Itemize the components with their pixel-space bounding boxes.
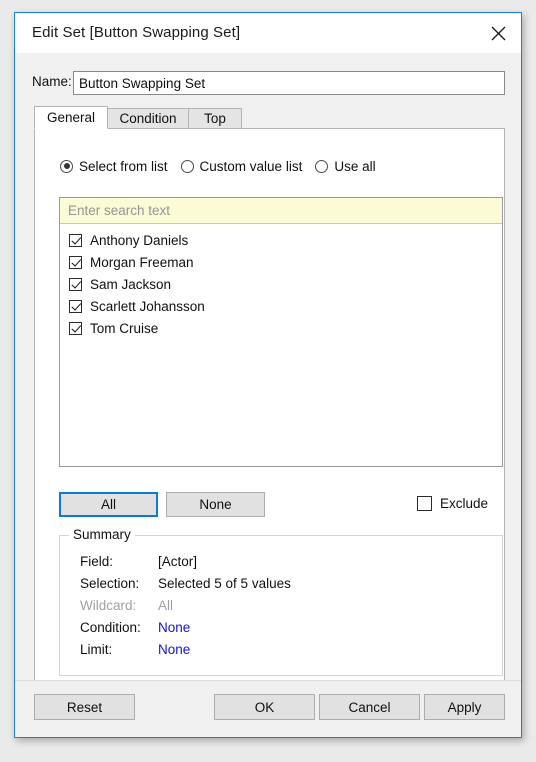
apply-button[interactable]: Apply — [424, 694, 505, 720]
radio-label-select-from-list: Select from list — [79, 158, 168, 174]
checkbox-icon[interactable] — [69, 255, 82, 269]
close-icon — [491, 26, 506, 41]
radio-custom-value-list[interactable]: Custom value list — [180, 158, 303, 174]
checkbox-icon[interactable] — [69, 277, 82, 291]
summary-row-wildcard: Wildcard: All — [80, 598, 492, 620]
tab-condition[interactable]: Condition — [107, 108, 189, 129]
list-item-label: Anthony Daniels — [90, 232, 189, 248]
list-item[interactable]: Tom Cruise — [60, 317, 502, 339]
search-input[interactable] — [60, 198, 502, 224]
summary-row-selection: Selection: Selected 5 of 5 values — [80, 576, 492, 598]
list-item[interactable]: Anthony Daniels — [60, 229, 502, 251]
radio-indicator-use-all — [315, 159, 329, 173]
summary-group: Summary Field: [Actor] Selection: Select… — [59, 527, 503, 676]
edit-set-dialog: Edit Set [Button Swapping Set] Name: Gen… — [14, 12, 522, 738]
summary-value-limit[interactable]: None — [158, 642, 190, 657]
reset-button[interactable]: Reset — [34, 694, 135, 720]
checkbox-icon[interactable] — [69, 299, 82, 313]
summary-key-condition: Condition: — [80, 620, 141, 635]
cancel-button[interactable]: Cancel — [319, 694, 420, 720]
summary-value-condition[interactable]: None — [158, 620, 190, 635]
summary-legend: Summary — [69, 527, 135, 542]
radio-label-custom-value-list: Custom value list — [199, 158, 303, 174]
list-item[interactable]: Morgan Freeman — [60, 251, 502, 273]
ok-button[interactable]: OK — [214, 694, 315, 720]
summary-key-limit: Limit: — [80, 642, 113, 657]
summary-row-field: Field: [Actor] — [80, 554, 492, 576]
summary-value-field: [Actor] — [158, 554, 198, 569]
checkbox-icon[interactable] — [69, 233, 82, 247]
summary-rows: Field: [Actor] Selection: Selected 5 of … — [80, 554, 492, 664]
exclude-label: Exclude — [440, 496, 489, 511]
radio-use-all[interactable]: Use all — [315, 158, 376, 174]
tab-general[interactable]: General — [34, 106, 108, 129]
title-bar: Edit Set [Button Swapping Set] — [15, 13, 521, 53]
list-item[interactable]: Sam Jackson — [60, 273, 502, 295]
radio-label-use-all: Use all — [334, 158, 376, 174]
radio-select-from-list[interactable]: Select from list — [60, 159, 168, 174]
list-item-label: Scarlett Johansson — [90, 298, 205, 314]
set-name-input[interactable] — [73, 71, 505, 95]
radio-indicator-custom-value-list — [180, 159, 194, 173]
dialog-title: Edit Set [Button Swapping Set] — [32, 24, 241, 41]
tab-top[interactable]: Top — [188, 108, 242, 129]
dialog-footer: Reset OK Cancel Apply — [15, 680, 521, 737]
list-item-label: Morgan Freeman — [90, 254, 194, 270]
dialog-body: Name: General Condition Top Select from … — [15, 53, 521, 737]
summary-key-selection: Selection: — [80, 576, 140, 591]
radio-indicator-select-from-list — [60, 159, 73, 173]
summary-row-condition: Condition: None — [80, 620, 492, 642]
select-all-button[interactable]: All — [59, 492, 158, 517]
summary-row-limit: Limit: None — [80, 642, 492, 664]
name-row: Name: — [15, 71, 521, 95]
summary-value-wildcard: All — [158, 598, 174, 613]
name-label: Name: — [32, 74, 72, 89]
exclude-checkbox-icon — [417, 496, 432, 511]
list-item-label: Tom Cruise — [90, 320, 159, 336]
close-button[interactable] — [475, 13, 521, 53]
mode-radio-group: Select from list Custom value list Use a… — [60, 156, 389, 176]
value-list[interactable]: Anthony Daniels Morgan Freeman Sam Jacks… — [60, 225, 502, 466]
page-root: Edit Set [Button Swapping Set] Name: Gen… — [0, 0, 536, 762]
exclude-checkbox[interactable]: Exclude — [417, 496, 488, 511]
value-list-box: Anthony Daniels Morgan Freeman Sam Jacks… — [59, 197, 503, 467]
summary-value-selection: Selected 5 of 5 values — [158, 576, 291, 591]
tab-strip: General Condition Top — [34, 106, 505, 129]
list-item[interactable]: Scarlett Johansson — [60, 295, 502, 317]
summary-key-field: Field: — [80, 554, 114, 569]
checkbox-icon[interactable] — [69, 321, 82, 335]
select-none-button[interactable]: None — [166, 492, 265, 517]
list-item-label: Sam Jackson — [90, 276, 172, 292]
general-tab-panel: Select from list Custom value list Use a… — [34, 128, 505, 701]
summary-key-wildcard: Wildcard: — [80, 598, 137, 613]
